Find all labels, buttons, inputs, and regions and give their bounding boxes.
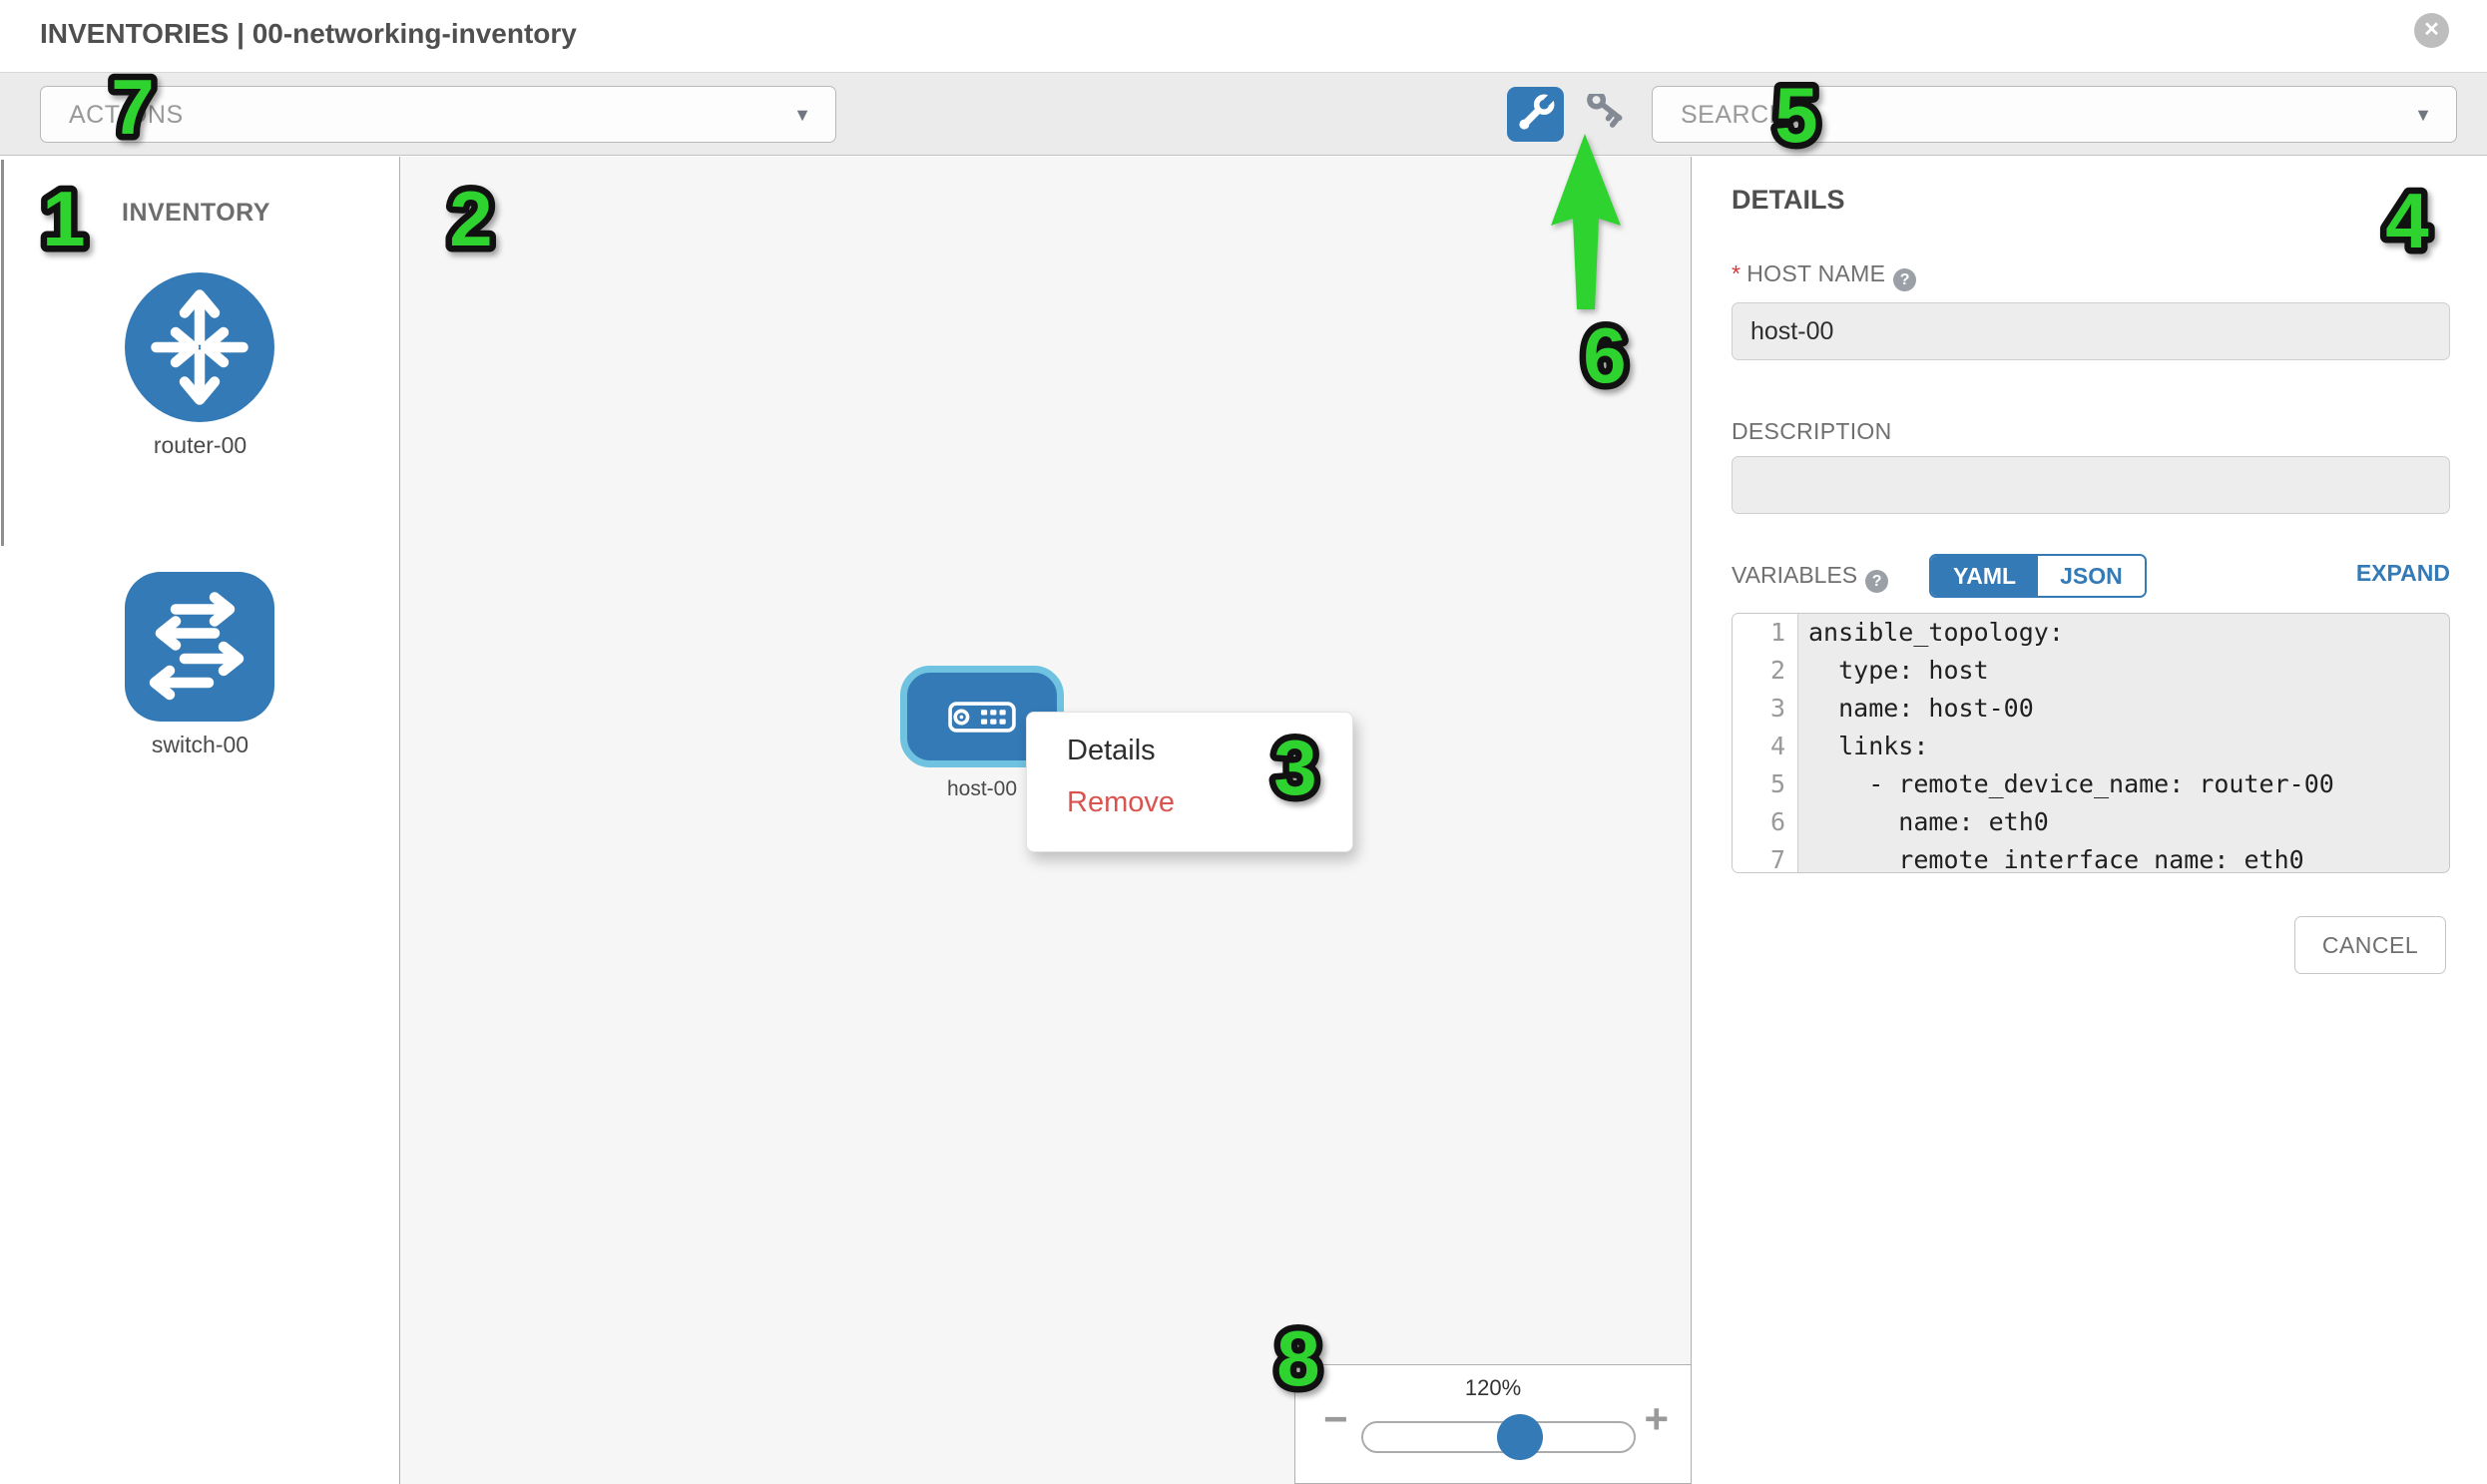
line-number: 6 — [1733, 803, 1798, 841]
host-name-label: *HOST NAME? — [1732, 260, 1916, 291]
description-input[interactable] — [1732, 456, 2450, 514]
cancel-button[interactable]: CANCEL — [2294, 916, 2446, 974]
code-line: 2 type: host — [1733, 652, 2449, 690]
main-content: INVENTORY router-00 — [0, 157, 2487, 1484]
breadcrumb-title: INVENTORIES | 00-networking-inventory — [40, 18, 577, 50]
palette-item-label: switch-00 — [0, 732, 400, 758]
inventory-heading: INVENTORY — [122, 199, 270, 228]
topology-toolbar: ACTIONS ▼ SEARCH ▼ — [0, 72, 2487, 156]
line-code: remote_interface_name: eth0 — [1798, 841, 2304, 873]
svg-text:8: 8 — [1276, 1314, 1319, 1402]
zoom-control: 120% − + — [1294, 1364, 1691, 1484]
format-toggle: YAML JSON — [1929, 554, 2147, 598]
tab-yaml[interactable]: YAML — [1931, 556, 2038, 596]
annotation-7: 7 — [83, 56, 183, 160]
chevron-down-icon: ▼ — [793, 105, 811, 126]
host-name-input[interactable]: host-00 — [1732, 302, 2450, 360]
context-menu-item-details[interactable]: Details — [1067, 735, 1156, 767]
expand-link[interactable]: EXPAND — [2356, 560, 2450, 587]
svg-text:3: 3 — [1273, 724, 1316, 811]
svg-text:7: 7 — [111, 63, 154, 151]
variables-label: VARIABLES? — [1732, 562, 1888, 593]
topology-canvas[interactable]: host-00 Details Remove 120% − + — [400, 157, 1692, 1484]
annotation-8: 8 — [1248, 1307, 1348, 1411]
line-code: - remote_device_name: router-00 — [1798, 765, 2334, 803]
context-menu-item-remove[interactable]: Remove — [1067, 786, 1175, 819]
annotation-6: 6 — [1555, 304, 1655, 408]
help-icon[interactable]: ? — [1893, 268, 1916, 291]
variables-row: VARIABLES? YAML JSON EXPAND — [1732, 554, 2450, 598]
palette-item-router[interactable] — [125, 272, 274, 422]
chevron-down-icon: ▼ — [2414, 105, 2432, 126]
annotation-arrow-up — [1543, 128, 1633, 319]
svg-text:2: 2 — [449, 175, 492, 262]
line-number: 1 — [1733, 614, 1798, 652]
required-asterisk: * — [1732, 260, 1741, 286]
svg-text:5: 5 — [1774, 71, 1817, 159]
annotation-2: 2 — [421, 168, 521, 271]
description-label: DESCRIPTION — [1732, 418, 1891, 445]
annotation-4: 4 — [2357, 170, 2457, 273]
svg-text:6: 6 — [1583, 311, 1626, 399]
palette-item-label: router-00 — [0, 432, 400, 459]
line-code: name: host-00 — [1798, 690, 2034, 728]
line-code: links: — [1798, 728, 1928, 765]
host-icon — [948, 702, 1016, 733]
zoom-slider-thumb[interactable] — [1497, 1414, 1543, 1460]
code-line: 5 - remote_device_name: router-00 — [1733, 765, 2449, 803]
svg-text:1: 1 — [42, 175, 85, 262]
code-line: 7 remote_interface_name: eth0 — [1733, 841, 2449, 873]
line-code: ansible_topology: — [1798, 614, 2064, 652]
code-line: 4 links: — [1733, 728, 2449, 765]
code-line: 1ansible_topology: — [1733, 614, 2449, 652]
annotation-3: 3 — [1245, 717, 1345, 820]
line-number: 5 — [1733, 765, 1798, 803]
tab-json[interactable]: JSON — [2038, 556, 2145, 596]
code-line: 6 name: eth0 — [1733, 803, 2449, 841]
close-icon[interactable]: ✕ — [2414, 13, 2449, 48]
variables-code-editor[interactable]: 1ansible_topology: 2 type: host 3 name: … — [1732, 613, 2450, 873]
line-number: 7 — [1733, 841, 1798, 873]
line-number: 4 — [1733, 728, 1798, 765]
router-icon — [125, 272, 274, 422]
annotation-1: 1 — [14, 168, 114, 271]
details-heading: DETAILS — [1732, 185, 1845, 216]
help-icon[interactable]: ? — [1865, 570, 1888, 593]
zoom-in-button[interactable]: + — [1644, 1395, 1669, 1443]
svg-text:4: 4 — [2385, 177, 2428, 264]
line-code: type: host — [1798, 652, 1989, 690]
zoom-level-readout: 120% — [1295, 1375, 1691, 1401]
window-header: INVENTORIES | 00-networking-inventory ✕ — [0, 0, 2487, 72]
details-panel: DETAILS *HOST NAME? host-00 DESCRIPTION … — [1693, 157, 2487, 1484]
inventory-sidebar: INVENTORY router-00 — [0, 157, 400, 1484]
code-line: 3 name: host-00 — [1733, 690, 2449, 728]
variables-label-text: VARIABLES — [1732, 562, 1857, 588]
line-number: 2 — [1733, 652, 1798, 690]
annotation-5: 5 — [1746, 64, 1846, 168]
line-code: name: eth0 — [1798, 803, 2049, 841]
palette-item-switch[interactable] — [125, 572, 274, 722]
sidebar-scrollbar[interactable] — [1, 160, 4, 546]
switch-icon — [125, 572, 274, 722]
zoom-slider-track[interactable] — [1361, 1421, 1636, 1453]
host-name-label-text: HOST NAME — [1746, 260, 1885, 286]
line-number: 3 — [1733, 690, 1798, 728]
